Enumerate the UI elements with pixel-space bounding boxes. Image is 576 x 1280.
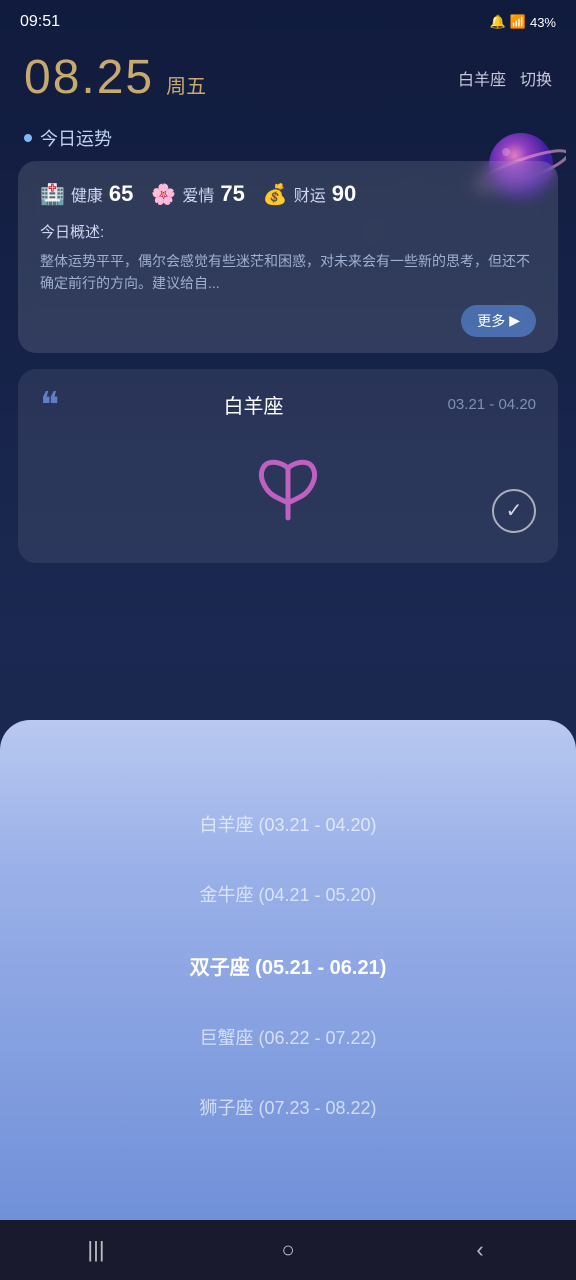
zodiac-card: ❝ 白羊座 03.21 - 04.20 ✓ [18, 369, 558, 563]
zodiac-name: 白羊座 [223, 390, 283, 419]
fortune-card: 🏥 健康 65 🌸 爱情 75 💰 财运 90 今日概述: 整体运势平平，偶尔会… [18, 161, 558, 353]
fortune-desc-text: 整体运势平平，偶尔会感觉有些迷茫和困惑，对未来会有一些新的思考，但还不确定前行的… [40, 250, 536, 295]
zodiac-option-aries[interactable]: 白羊座 (03.21 - 04.20) [0, 789, 576, 859]
header-right: 白羊座 切换 [458, 66, 552, 90]
status-time: 09:51 [20, 13, 60, 31]
nav-back-button[interactable]: ‹ [450, 1230, 510, 1270]
health-value: 65 [109, 181, 133, 207]
battery-label: 43% [530, 15, 556, 30]
love-value: 75 [220, 181, 244, 207]
more-button[interactable]: 更多 ▶ [461, 305, 536, 337]
zodiac-header: ❝ 白羊座 03.21 - 04.20 [40, 387, 536, 423]
health-icon: 🏥 [40, 182, 65, 207]
header: 08.25 周五 白羊座 切换 [0, 40, 576, 105]
zodiac-option-gemini[interactable]: 双子座 (05.21 - 06.21) [0, 929, 576, 1002]
fortune-desc-title: 今日概述: [40, 221, 536, 242]
aries-symbol [228, 433, 348, 533]
more-label: 更多 [477, 311, 505, 331]
zodiac-symbol-area: ✓ [40, 423, 536, 543]
notification-icon: 🔔 [490, 14, 506, 30]
more-arrow-icon: ▶ [509, 312, 520, 329]
nav-bar: ||| ○ ‹ [0, 1220, 576, 1280]
wealth-label: 财运 [294, 182, 326, 206]
nav-home-button[interactable]: ○ [258, 1230, 318, 1270]
love-stat: 🌸 爱情 75 [151, 181, 244, 207]
zodiac-option-taurus[interactable]: 金牛座 (04.21 - 05.20) [0, 859, 576, 929]
wealth-icon: 💰 [263, 182, 288, 207]
love-icon: 🌸 [151, 182, 176, 207]
wealth-stat: 💰 财运 90 [263, 181, 356, 207]
zodiac-date-range: 03.21 - 04.20 [448, 396, 536, 413]
section-title: 今日运势 [40, 125, 112, 151]
wealth-value: 90 [332, 181, 356, 207]
date-block: 08.25 周五 [24, 50, 206, 105]
bottom-sheet: 白羊座 (03.21 - 04.20) 金牛座 (04.21 - 05.20) … [0, 720, 576, 1220]
love-label: 爱情 [182, 182, 214, 206]
status-icons: 🔔 📶 43% [490, 14, 556, 30]
fortune-stats: 🏥 健康 65 🌸 爱情 75 💰 财运 90 [40, 181, 536, 207]
section-dot [24, 134, 32, 142]
nav-menu-button[interactable]: ||| [66, 1230, 126, 1270]
quote-icon: ❝ [40, 387, 59, 423]
zodiac-option-cancer[interactable]: 巨蟹座 (06.22 - 07.22) [0, 1002, 576, 1072]
date-number: 08.25 [24, 50, 154, 105]
health-label: 健康 [71, 182, 103, 206]
switch-button[interactable]: 切换 [520, 66, 552, 90]
health-stat: 🏥 健康 65 [40, 181, 133, 207]
section-label: 今日运势 [0, 105, 576, 161]
current-zodiac-label: 白羊座 [458, 66, 506, 90]
wifi-icon: 📶 [510, 14, 526, 30]
zodiac-option-leo[interactable]: 狮子座 (07.23 - 08.22) [0, 1072, 576, 1142]
check-circle[interactable]: ✓ [492, 489, 536, 533]
date-weekday: 周五 [166, 70, 206, 99]
check-icon: ✓ [506, 498, 523, 523]
